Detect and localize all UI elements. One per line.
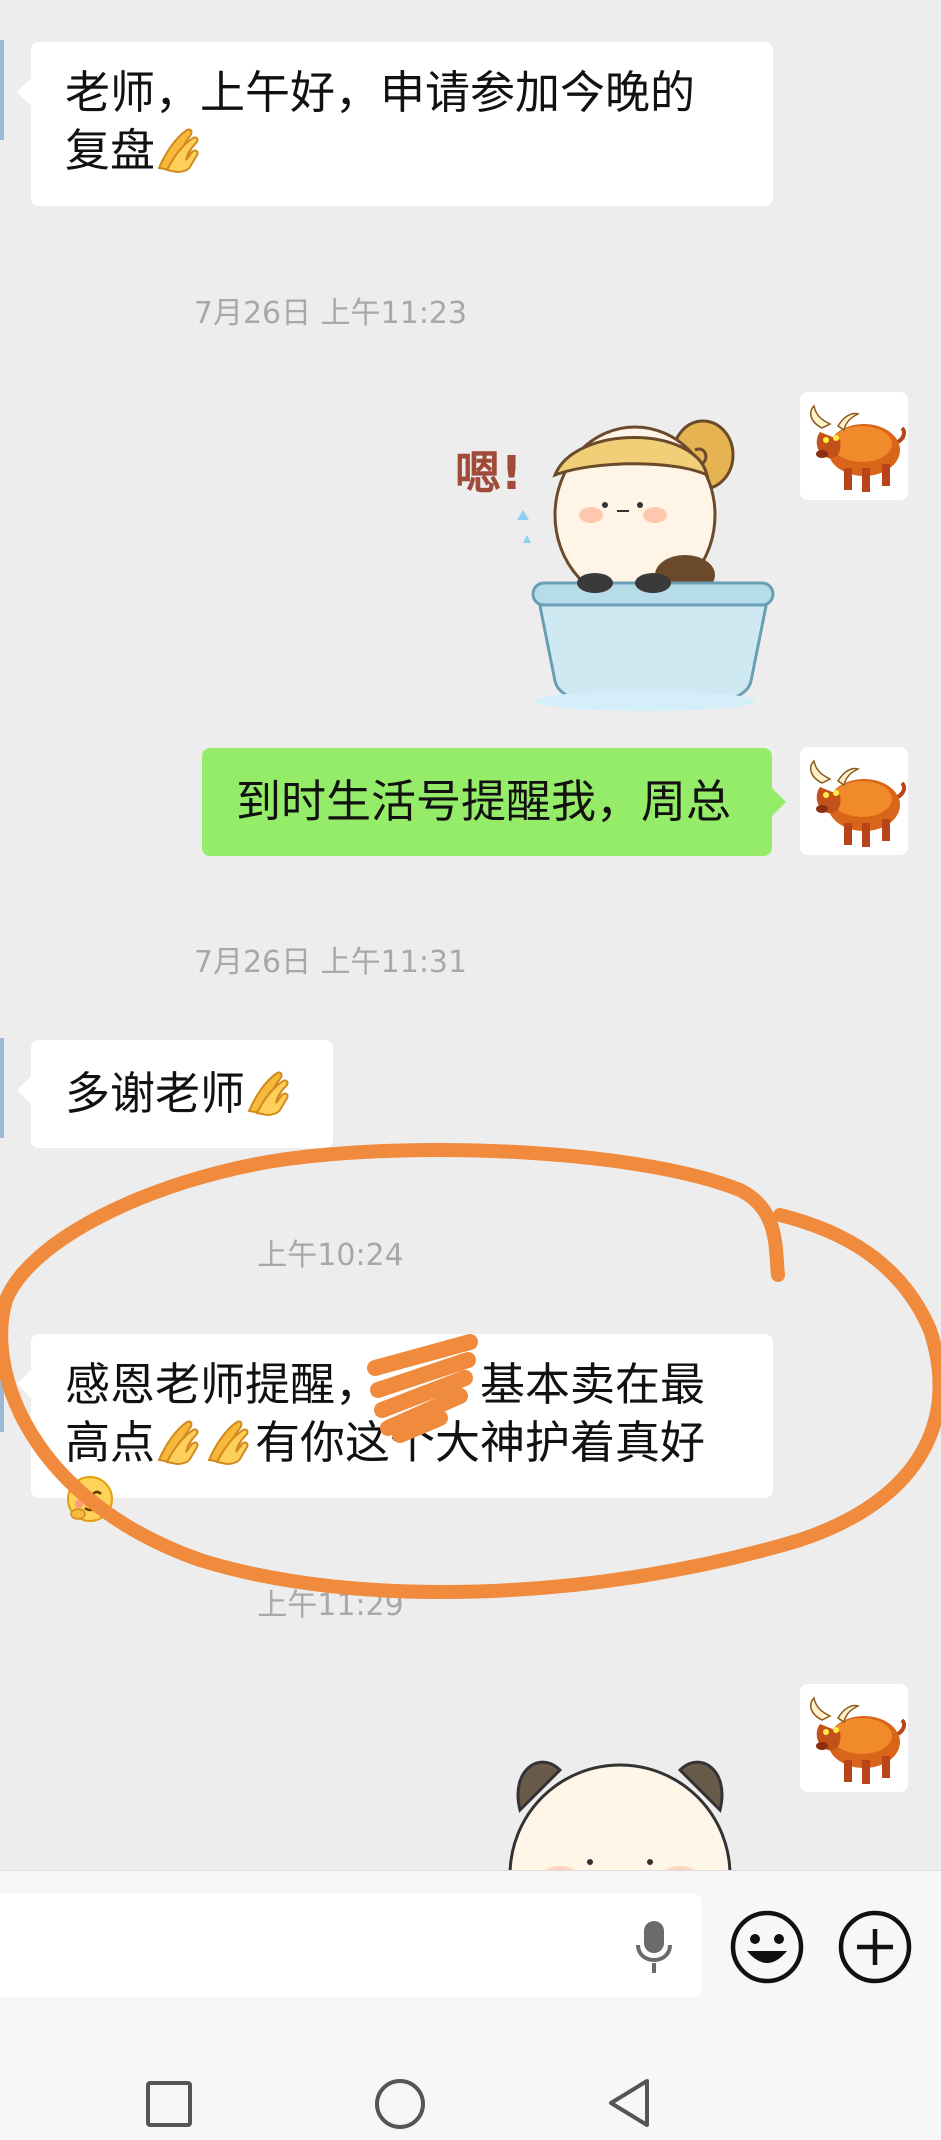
partner-avatar-edge[interactable] (0, 1332, 4, 1432)
square-recent-icon[interactable] (145, 2080, 193, 2128)
praying-hands-emoji (245, 1067, 295, 1117)
message-input[interactable] (0, 1893, 702, 1997)
message-text: 有你这个大神护着真好 (255, 1416, 706, 1469)
panda-sticker[interactable] (490, 1740, 750, 1870)
timestamp: 上午10:24 (257, 1238, 404, 1273)
sticker-text: 嗯! (455, 446, 522, 500)
plus-circle-icon[interactable] (837, 1909, 913, 1985)
chat-area[interactable]: 老师，上午好，申请参加今晚的复盘 7月26日 上午11:23 嗯! 到时生活号提… (0, 0, 941, 1870)
message-bubble-outgoing[interactable]: 到时生活号提醒我，周总 (202, 748, 786, 856)
message-text: 感恩老师提醒， (65, 1358, 381, 1411)
message-text: 到时生活号提醒我，周总 (236, 775, 732, 828)
praying-hands-emoji (205, 1416, 255, 1466)
bull-avatar-icon[interactable] (800, 392, 908, 500)
partner-avatar-edge[interactable] (0, 40, 4, 140)
system-nav-bar (0, 2000, 941, 2140)
praying-hands-emoji (155, 1416, 205, 1466)
timestamp: 7月26日 上午11:31 (193, 945, 468, 980)
message-bubble-incoming[interactable]: 多谢老师 (17, 1040, 333, 1148)
circle-home-icon[interactable] (373, 2077, 427, 2131)
microphone-icon[interactable] (632, 1917, 676, 1977)
message-bubble-incoming[interactable]: 老师，上午好，申请参加今晚的复盘 (17, 42, 773, 206)
smiley-face-icon[interactable] (729, 1909, 805, 1985)
partner-avatar-edge[interactable] (0, 1038, 4, 1138)
sheep-bath-sticker[interactable]: 嗯! (445, 405, 775, 715)
input-bar (0, 1870, 941, 2001)
timestamp: 上午11:29 (257, 1588, 404, 1623)
praying-hands-emoji (155, 124, 205, 174)
bull-avatar-icon[interactable] (800, 1684, 908, 1792)
timestamp: 7月26日 上午11:23 (193, 296, 468, 331)
shy-face-emoji (65, 1474, 115, 1524)
triangle-back-icon[interactable] (605, 2077, 653, 2129)
bull-avatar-icon[interactable] (800, 747, 908, 855)
message-bubble-incoming[interactable]: 感恩老师提醒， 基本卖在最高点 有你这个大神护着真好 (17, 1334, 773, 1498)
message-text: 多谢老师 (65, 1067, 246, 1120)
